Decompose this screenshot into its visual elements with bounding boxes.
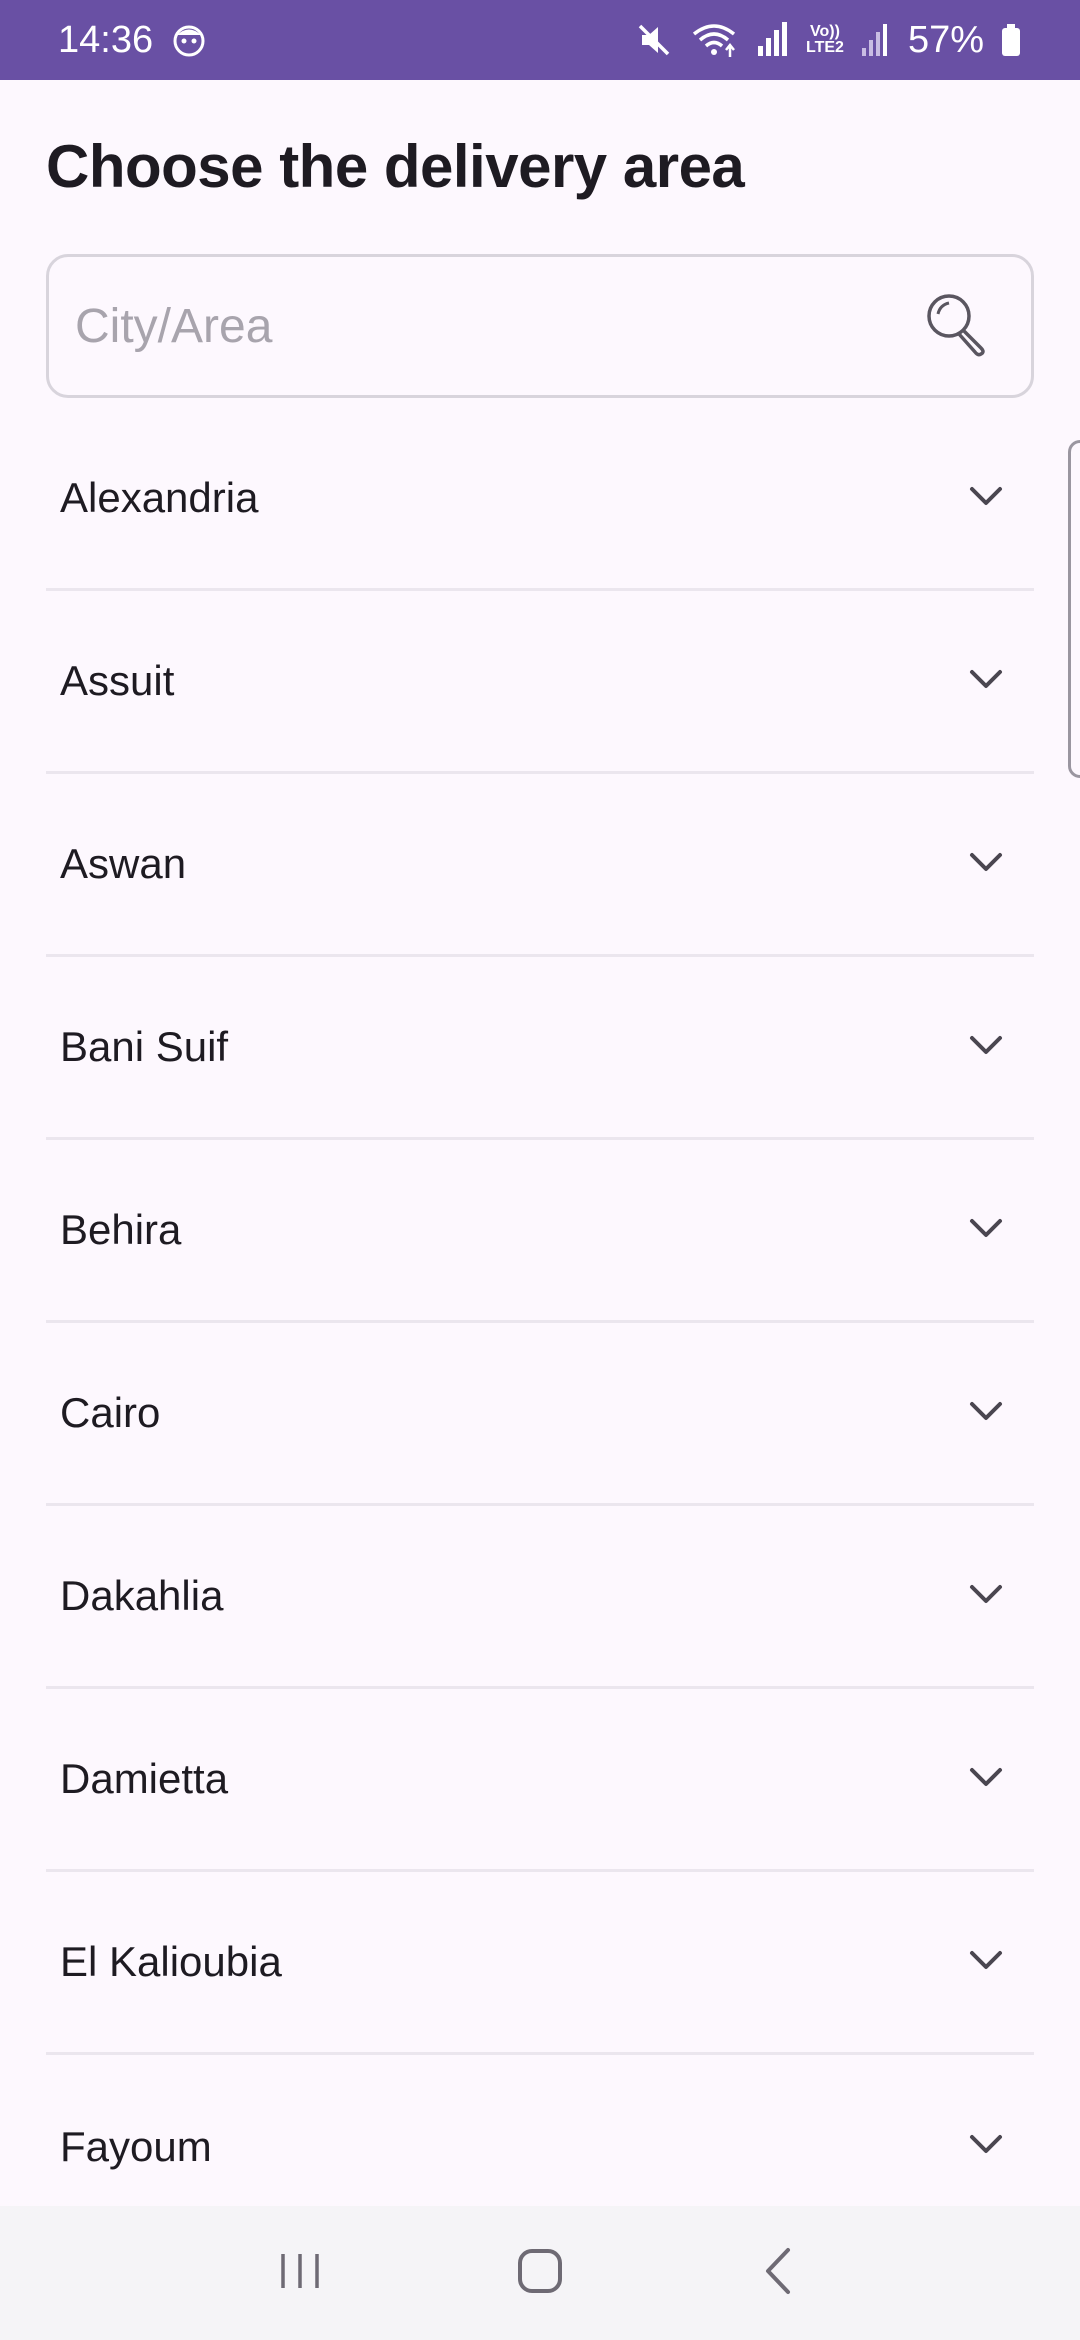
list-item[interactable]: Dakahlia xyxy=(46,1506,1034,1689)
home-icon xyxy=(515,2246,565,2301)
mute-icon xyxy=(634,20,674,60)
list-item[interactable]: Bani Suif xyxy=(46,957,1034,1140)
list-item[interactable]: Cairo xyxy=(46,1323,1034,1506)
city-label: Alexandria xyxy=(60,474,259,521)
app-notification-icon xyxy=(171,22,207,58)
list-item[interactable]: Assuit xyxy=(46,591,1034,774)
back-icon xyxy=(755,2246,805,2301)
chevron-down-icon[interactable] xyxy=(964,2122,1008,2171)
battery-percent: 57% xyxy=(907,18,984,61)
city-label: Assuit xyxy=(60,657,175,704)
chevron-down-icon[interactable] xyxy=(964,840,1008,889)
status-time: 14:36 xyxy=(58,18,154,61)
page-title: Choose the delivery area xyxy=(46,133,745,200)
list-item[interactable]: Alexandria xyxy=(46,408,1034,591)
signal-icon-2 xyxy=(860,20,892,60)
chevron-down-icon[interactable] xyxy=(964,1206,1008,1255)
city-label: Bani Suif xyxy=(60,1023,229,1070)
chevron-down-icon[interactable] xyxy=(964,1938,1008,1987)
chevron-down-icon[interactable] xyxy=(964,657,1008,706)
signal-icon-1 xyxy=(754,20,790,60)
list-item[interactable]: Damietta xyxy=(46,1689,1034,1872)
chevron-down-icon[interactable] xyxy=(964,1389,1008,1438)
city-label: Behira xyxy=(60,1206,182,1253)
search-icon[interactable] xyxy=(921,288,993,365)
chevron-down-icon[interactable] xyxy=(964,474,1008,523)
city-label: Cairo xyxy=(60,1389,161,1436)
wifi-icon xyxy=(690,20,738,60)
list-item[interactable]: El Kalioubia xyxy=(46,1872,1034,2055)
volte-icon: Vo)) LTE2 xyxy=(806,23,844,56)
list-item[interactable]: Aswan xyxy=(46,774,1034,957)
scroll-indicator[interactable] xyxy=(1068,440,1080,778)
chevron-down-icon[interactable] xyxy=(964,1755,1008,1804)
status-bar: 14:36 Vo)) LTE2 57% xyxy=(0,0,1080,80)
city-label: Aswan xyxy=(60,840,187,887)
back-button[interactable] xyxy=(740,2233,820,2313)
city-label: Dakahlia xyxy=(60,1572,224,1619)
chevron-down-icon[interactable] xyxy=(964,1572,1008,1621)
city-label: Fayoum xyxy=(60,2122,212,2170)
city-label: El Kalioubia xyxy=(60,1938,282,1985)
search-box[interactable] xyxy=(46,254,1034,398)
city-list: Alexandria Assuit Aswan Bani Suif Behira… xyxy=(46,408,1034,2238)
battery-icon xyxy=(1000,22,1022,58)
recents-icon xyxy=(275,2246,325,2301)
home-button[interactable] xyxy=(500,2233,580,2313)
search-input[interactable] xyxy=(75,298,921,354)
list-item[interactable]: Behira xyxy=(46,1140,1034,1323)
navigation-bar xyxy=(0,2206,1080,2340)
recents-button[interactable] xyxy=(260,2233,340,2313)
chevron-down-icon[interactable] xyxy=(964,1023,1008,1072)
city-label: Damietta xyxy=(60,1755,229,1802)
